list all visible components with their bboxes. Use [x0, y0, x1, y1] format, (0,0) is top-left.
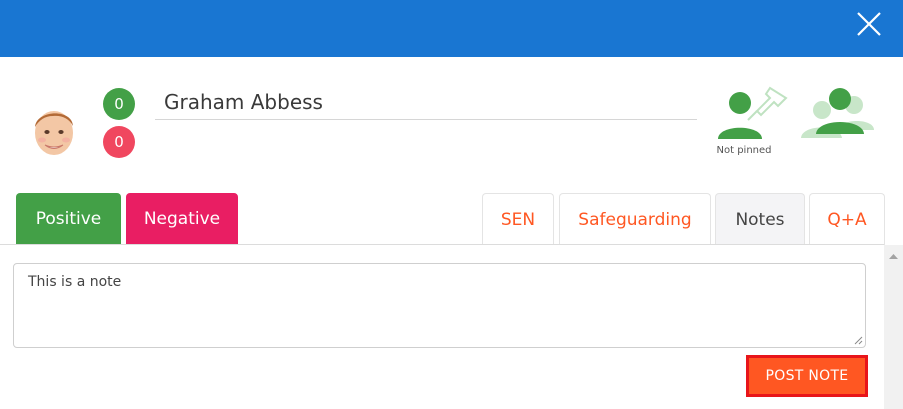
dialog-header [0, 0, 903, 57]
pin-person-icon [718, 86, 788, 139]
scroll-up-arrow-icon[interactable] [884, 249, 903, 263]
close-icon[interactable] [855, 10, 883, 38]
tab-negative[interactable]: Negative [126, 193, 238, 245]
tab-notes[interactable]: Notes [715, 193, 805, 245]
note-textarea[interactable]: This is a note [13, 263, 866, 348]
tab-positive[interactable]: Positive [16, 193, 121, 245]
tab-sen[interactable]: SEN [482, 193, 554, 245]
group-icon[interactable] [800, 86, 876, 142]
positive-count-badge: 0 [103, 88, 135, 120]
student-dialog: 0 0 Not pinned Positive Negative SEN Saf… [0, 0, 903, 409]
pin-status-label: Not pinned [716, 145, 772, 156]
negative-count-badge: 0 [103, 126, 135, 158]
tab-divider [0, 244, 884, 245]
student-avatar [27, 102, 81, 159]
post-note-button[interactable]: POST NOTE [746, 355, 868, 397]
scrollbar[interactable] [884, 245, 903, 409]
student-name-field[interactable] [155, 84, 697, 120]
tab-qa[interactable]: Q+A [809, 193, 885, 245]
tab-safeguarding[interactable]: Safeguarding [559, 193, 711, 245]
pin-toggle[interactable]: Not pinned [708, 84, 796, 164]
